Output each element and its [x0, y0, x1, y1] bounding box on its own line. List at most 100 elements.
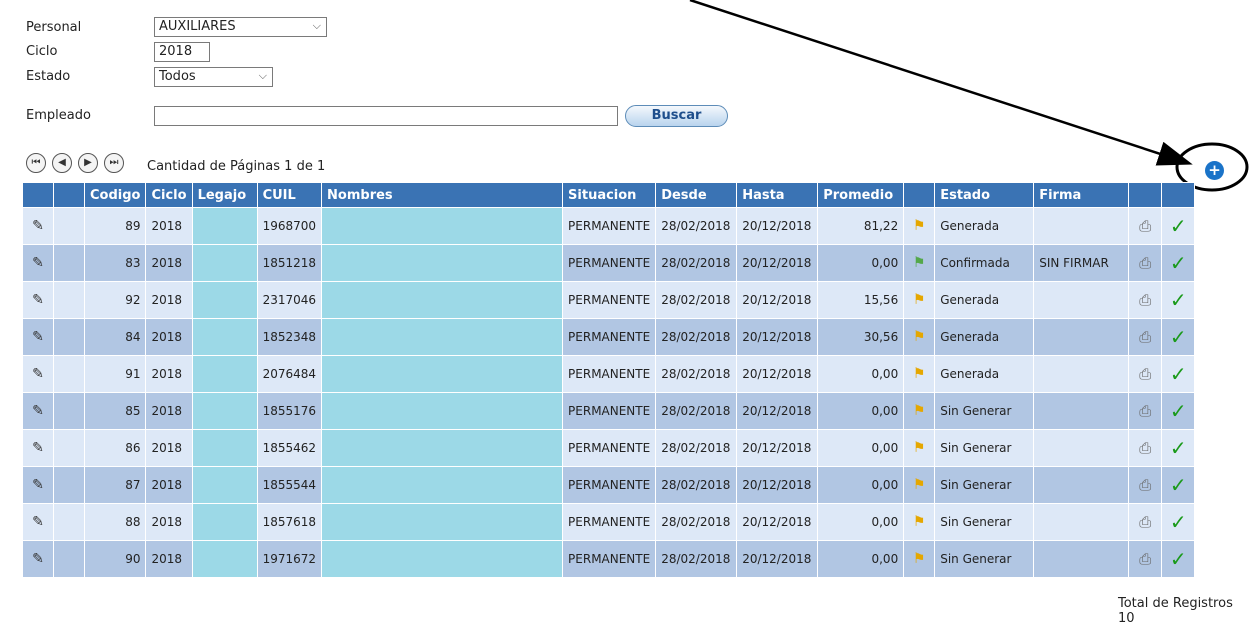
print-cell[interactable]: ⎙ [1129, 541, 1162, 577]
flag-icon[interactable]: ⚑ [913, 440, 926, 456]
header-legajo[interactable]: Legajo [192, 183, 257, 207]
pencil-icon[interactable]: ✎ [32, 514, 44, 530]
next-page-icon[interactable]: ▶ [78, 153, 98, 173]
buscar-button[interactable]: Buscar [625, 105, 728, 127]
edit-cell[interactable]: ✎ [23, 245, 53, 281]
check-icon[interactable]: ✓ [1170, 362, 1187, 386]
print-icon[interactable]: ⎙ [1139, 550, 1151, 568]
flag-icon[interactable]: ⚑ [913, 403, 926, 419]
header-codigo[interactable]: Codigo [85, 183, 146, 207]
check-icon[interactable]: ✓ [1170, 436, 1187, 460]
header-cuil[interactable]: CUIL [257, 183, 322, 207]
print-icon[interactable]: ⎙ [1139, 328, 1151, 346]
check-cell[interactable]: ✓ [1162, 467, 1195, 503]
prev-page-icon[interactable]: ◀ [52, 153, 72, 173]
header-hasta[interactable]: Hasta [737, 183, 818, 207]
check-cell[interactable]: ✓ [1162, 208, 1195, 244]
print-icon[interactable]: ⎙ [1139, 254, 1151, 272]
check-icon[interactable]: ✓ [1170, 547, 1187, 571]
edit-cell[interactable]: ✎ [23, 319, 53, 355]
check-cell[interactable]: ✓ [1162, 504, 1195, 540]
print-icon[interactable]: ⎙ [1139, 513, 1151, 531]
pencil-icon[interactable]: ✎ [32, 255, 44, 271]
pencil-icon[interactable]: ✎ [32, 329, 44, 345]
check-icon[interactable]: ✓ [1170, 473, 1187, 497]
flag-cell[interactable]: ⚑ [904, 467, 935, 503]
empleado-input[interactable] [154, 106, 618, 126]
header-nombres[interactable]: Nombres [322, 183, 563, 207]
print-cell[interactable]: ⎙ [1129, 245, 1162, 281]
check-icon[interactable]: ✓ [1170, 251, 1187, 275]
personal-select[interactable]: AUXILIARES ⌵ [154, 17, 327, 37]
print-icon[interactable]: ⎙ [1139, 402, 1151, 420]
edit-cell[interactable]: ✎ [23, 467, 53, 503]
flag-cell[interactable]: ⚑ [904, 245, 935, 281]
add-icon[interactable]: + [1205, 161, 1224, 180]
print-icon[interactable]: ⎙ [1139, 439, 1151, 457]
flag-icon[interactable]: ⚑ [913, 514, 926, 530]
pencil-icon[interactable]: ✎ [32, 218, 44, 234]
edit-cell[interactable]: ✎ [23, 430, 53, 466]
edit-cell[interactable]: ✎ [23, 393, 53, 429]
header-ciclo[interactable]: Ciclo [146, 183, 192, 207]
flag-icon[interactable]: ⚑ [913, 255, 926, 271]
check-cell[interactable]: ✓ [1162, 356, 1195, 392]
header-desde[interactable]: Desde [656, 183, 737, 207]
estado-select[interactable]: Todos ⌵ [154, 67, 273, 87]
pencil-icon[interactable]: ✎ [32, 292, 44, 308]
print-cell[interactable]: ⎙ [1129, 467, 1162, 503]
flag-icon[interactable]: ⚑ [913, 329, 926, 345]
print-cell[interactable]: ⎙ [1129, 430, 1162, 466]
print-icon[interactable]: ⎙ [1139, 476, 1151, 494]
pencil-icon[interactable]: ✎ [32, 440, 44, 456]
print-cell[interactable]: ⎙ [1129, 208, 1162, 244]
check-icon[interactable]: ✓ [1170, 325, 1187, 349]
flag-cell[interactable]: ⚑ [904, 356, 935, 392]
edit-cell[interactable]: ✎ [23, 356, 53, 392]
ciclo-input[interactable]: 2018 [154, 42, 210, 62]
header-situacion[interactable]: Situacion [563, 183, 656, 207]
last-page-icon[interactable]: ⏭ [104, 153, 124, 173]
header-promedio[interactable]: Promedio [818, 183, 904, 207]
print-icon[interactable]: ⎙ [1139, 291, 1151, 309]
flag-icon[interactable]: ⚑ [913, 292, 926, 308]
flag-cell[interactable]: ⚑ [904, 504, 935, 540]
check-icon[interactable]: ✓ [1170, 288, 1187, 312]
check-icon[interactable]: ✓ [1170, 214, 1187, 238]
edit-cell[interactable]: ✎ [23, 282, 53, 318]
pencil-icon[interactable]: ✎ [32, 551, 44, 567]
flag-icon[interactable]: ⚑ [913, 551, 926, 567]
edit-cell[interactable]: ✎ [23, 541, 53, 577]
print-icon[interactable]: ⎙ [1139, 365, 1151, 383]
first-page-icon[interactable]: ⏮ [26, 153, 46, 173]
flag-icon[interactable]: ⚑ [913, 477, 926, 493]
flag-icon[interactable]: ⚑ [913, 218, 926, 234]
print-cell[interactable]: ⎙ [1129, 356, 1162, 392]
pencil-icon[interactable]: ✎ [32, 477, 44, 493]
flag-cell[interactable]: ⚑ [904, 208, 935, 244]
print-cell[interactable]: ⎙ [1129, 393, 1162, 429]
flag-icon[interactable]: ⚑ [913, 366, 926, 382]
check-cell[interactable]: ✓ [1162, 282, 1195, 318]
check-cell[interactable]: ✓ [1162, 541, 1195, 577]
check-cell[interactable]: ✓ [1162, 393, 1195, 429]
check-cell[interactable]: ✓ [1162, 245, 1195, 281]
flag-cell[interactable]: ⚑ [904, 393, 935, 429]
edit-cell[interactable]: ✎ [23, 504, 53, 540]
pencil-icon[interactable]: ✎ [32, 366, 44, 382]
check-cell[interactable]: ✓ [1162, 319, 1195, 355]
print-cell[interactable]: ⎙ [1129, 319, 1162, 355]
check-cell[interactable]: ✓ [1162, 430, 1195, 466]
print-icon[interactable]: ⎙ [1139, 217, 1151, 235]
flag-cell[interactable]: ⚑ [904, 430, 935, 466]
header-estado[interactable]: Estado [935, 183, 1034, 207]
print-cell[interactable]: ⎙ [1129, 282, 1162, 318]
flag-cell[interactable]: ⚑ [904, 319, 935, 355]
check-icon[interactable]: ✓ [1170, 510, 1187, 534]
edit-cell[interactable]: ✎ [23, 208, 53, 244]
flag-cell[interactable]: ⚑ [904, 541, 935, 577]
pencil-icon[interactable]: ✎ [32, 403, 44, 419]
header-firma[interactable]: Firma [1034, 183, 1129, 207]
print-cell[interactable]: ⎙ [1129, 504, 1162, 540]
check-icon[interactable]: ✓ [1170, 399, 1187, 423]
